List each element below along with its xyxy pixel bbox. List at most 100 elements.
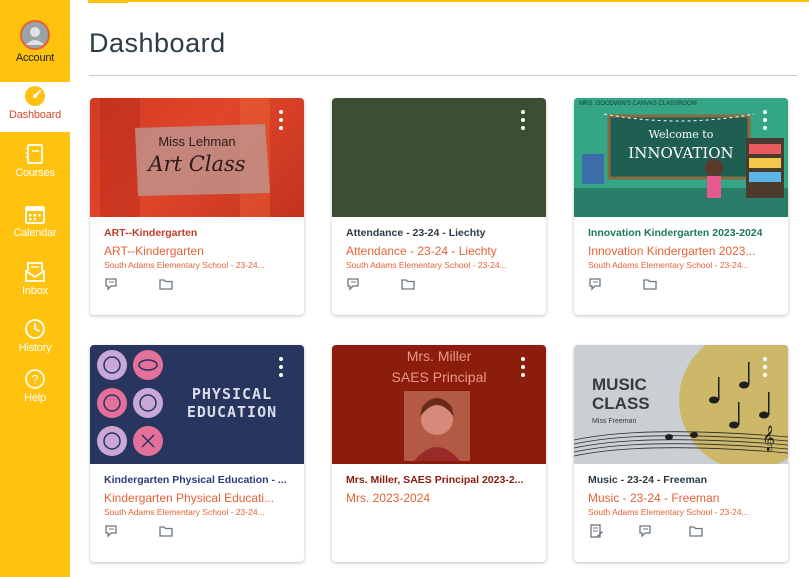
- card-actions: [346, 277, 454, 295]
- card-term: South Adams Elementary School - 23-24...: [346, 260, 507, 270]
- nav-item-courses[interactable]: Courses: [0, 143, 70, 179]
- card-options-button[interactable]: [276, 357, 286, 377]
- course-card-principal[interactable]: Mrs. Miller SAES Principal Mrs. Miller, …: [332, 345, 546, 562]
- card-course-code: Attendance - 23-24 - Liechty: [346, 244, 497, 258]
- nav-label: Dashboard: [8, 109, 61, 121]
- announcements-icon: [638, 523, 654, 544]
- history-icon: [24, 318, 46, 340]
- card-course-code: Music - 23-24 - Freeman: [588, 491, 720, 505]
- card-options-button[interactable]: [518, 110, 528, 130]
- card-term: South Adams Elementary School - 23-24...: [588, 260, 749, 270]
- announcements-icon: [588, 276, 604, 297]
- course-card-image[interactable]: 𝄞 MUSIC CLASS Miss Freeman: [574, 345, 788, 464]
- card-term: South Adams Elementary School - 23-24...: [104, 260, 265, 270]
- page-title: Dashboard: [89, 28, 226, 58]
- hero-line-1: PHYSICAL: [191, 385, 273, 403]
- announcements-icon: [104, 523, 120, 544]
- hero-line-2: CLASS: [592, 394, 650, 413]
- card-term: South Adams Elementary School - 23-24...: [588, 507, 749, 517]
- announcements-icon: [104, 276, 120, 297]
- card-options-button[interactable]: [760, 110, 770, 130]
- calendar-icon: [24, 203, 46, 225]
- header-tab-indicator: [88, 0, 128, 3]
- hero-line-1: Miss Lehman: [158, 134, 236, 149]
- files-icon: [642, 276, 658, 297]
- card-body: Music - 23-24 - Freeman Music - 23-24 - …: [574, 464, 788, 562]
- card-actions: [588, 523, 738, 542]
- files-button[interactable]: [158, 524, 212, 542]
- nav-label: Calendar: [13, 227, 57, 239]
- card-actions: [104, 277, 212, 295]
- files-button[interactable]: [158, 277, 212, 295]
- courses-icon: [24, 143, 46, 165]
- hero-line-3: Miss Freeman: [592, 418, 637, 425]
- course-card-attendance[interactable]: Attendance - 23-24 - Liechty Attendance …: [332, 98, 546, 315]
- files-icon: [158, 523, 174, 544]
- nav-item-calendar[interactable]: Calendar: [0, 203, 70, 239]
- course-card-art[interactable]: Miss Lehman Art Class ART--Kindergarten …: [90, 98, 304, 315]
- hero-line-2: Art Class: [148, 152, 246, 176]
- global-nav: Account Dashboard Courses Calendar Inbox…: [0, 0, 70, 577]
- files-icon: [158, 276, 174, 297]
- announcements-button[interactable]: [346, 277, 400, 295]
- nav-label: Courses: [15, 167, 55, 179]
- hero-line-1: MUSIC: [592, 375, 647, 394]
- course-card-image[interactable]: MRS. GOODWIN'S CANVAS CLASSROOM Welcome …: [574, 98, 788, 217]
- announcements-button[interactable]: [104, 524, 158, 542]
- nav-label: Help: [24, 392, 46, 404]
- nav-item-inbox[interactable]: Inbox: [0, 261, 70, 297]
- card-actions: [104, 524, 212, 542]
- svg-text:𝄞: 𝄞: [762, 425, 775, 451]
- card-title[interactable]: Attendance - 23-24 - Liechty: [346, 227, 532, 240]
- course-card-image[interactable]: Miss Lehman Art Class: [90, 98, 304, 217]
- title-divider: [89, 75, 797, 76]
- nav-label: Account: [15, 52, 55, 64]
- announcements-button[interactable]: [588, 277, 642, 295]
- announcements-icon: [346, 276, 362, 297]
- files-button[interactable]: [688, 524, 738, 542]
- card-title[interactable]: Innovation Kindergarten 2023-2024: [588, 227, 774, 240]
- nav-item-dashboard[interactable]: Dashboard: [0, 82, 70, 132]
- card-title[interactable]: Mrs. Miller, SAES Principal 2023-2...: [346, 474, 532, 487]
- nav-label: History: [18, 342, 52, 354]
- course-card-music[interactable]: 𝄞 MUSIC CLASS Miss Freeman Music - 23-24…: [574, 345, 788, 562]
- svg-text:?: ?: [32, 373, 39, 387]
- hero-line-2: INNOVATION: [628, 144, 734, 162]
- course-card-image[interactable]: PHYSICAL EDUCATION: [90, 345, 304, 464]
- card-options-button[interactable]: [518, 357, 528, 377]
- card-title[interactable]: Kindergarten Physical Education - ...: [104, 474, 290, 487]
- dashboard-icon: [24, 85, 46, 107]
- portrait-photo: [404, 391, 470, 461]
- card-options-button[interactable]: [276, 110, 286, 130]
- hero-line-2: EDUCATION: [186, 403, 278, 421]
- card-course-code: Kindergarten Physical Educati...: [104, 491, 275, 505]
- card-title[interactable]: ART--Kindergarten: [104, 227, 290, 240]
- card-body: Kindergarten Physical Education - ... Ki…: [90, 464, 304, 562]
- card-course-code: ART--Kindergarten: [104, 244, 204, 258]
- card-title[interactable]: Music - 23-24 - Freeman: [588, 474, 774, 487]
- assignments-button[interactable]: [588, 523, 638, 542]
- canvas-dashboard-app: Account Dashboard Courses Calendar Inbox…: [0, 0, 809, 577]
- nav-item-help[interactable]: ? Help: [0, 368, 70, 404]
- nav-label: Inbox: [22, 285, 48, 297]
- card-body: Attendance - 23-24 - Liechty Attendance …: [332, 217, 546, 315]
- files-icon: [688, 523, 704, 544]
- announcements-button[interactable]: [638, 524, 688, 542]
- nav-item-account[interactable]: Account: [0, 20, 70, 64]
- files-button[interactable]: [400, 277, 454, 295]
- hero-top-text: MRS. GOODWIN'S CANVAS CLASSROOM: [579, 101, 697, 107]
- card-course-code: Mrs. 2023-2024: [346, 491, 431, 505]
- card-options-button[interactable]: [760, 357, 770, 377]
- header-divider: [88, 0, 809, 2]
- course-card-innovation[interactable]: MRS. GOODWIN'S CANVAS CLASSROOM Welcome …: [574, 98, 788, 315]
- course-card-image[interactable]: [332, 98, 546, 217]
- help-icon: ?: [24, 368, 46, 390]
- files-icon: [400, 276, 416, 297]
- course-card-physical-education[interactable]: PHYSICAL EDUCATION Kindergarten Physical…: [90, 345, 304, 562]
- card-term: South Adams Elementary School - 23-24...: [104, 507, 265, 517]
- course-card-image[interactable]: Mrs. Miller SAES Principal: [332, 345, 546, 464]
- files-button[interactable]: [642, 277, 696, 295]
- announcements-button[interactable]: [104, 277, 158, 295]
- avatar-icon: [20, 20, 50, 50]
- nav-item-history[interactable]: History: [0, 318, 70, 354]
